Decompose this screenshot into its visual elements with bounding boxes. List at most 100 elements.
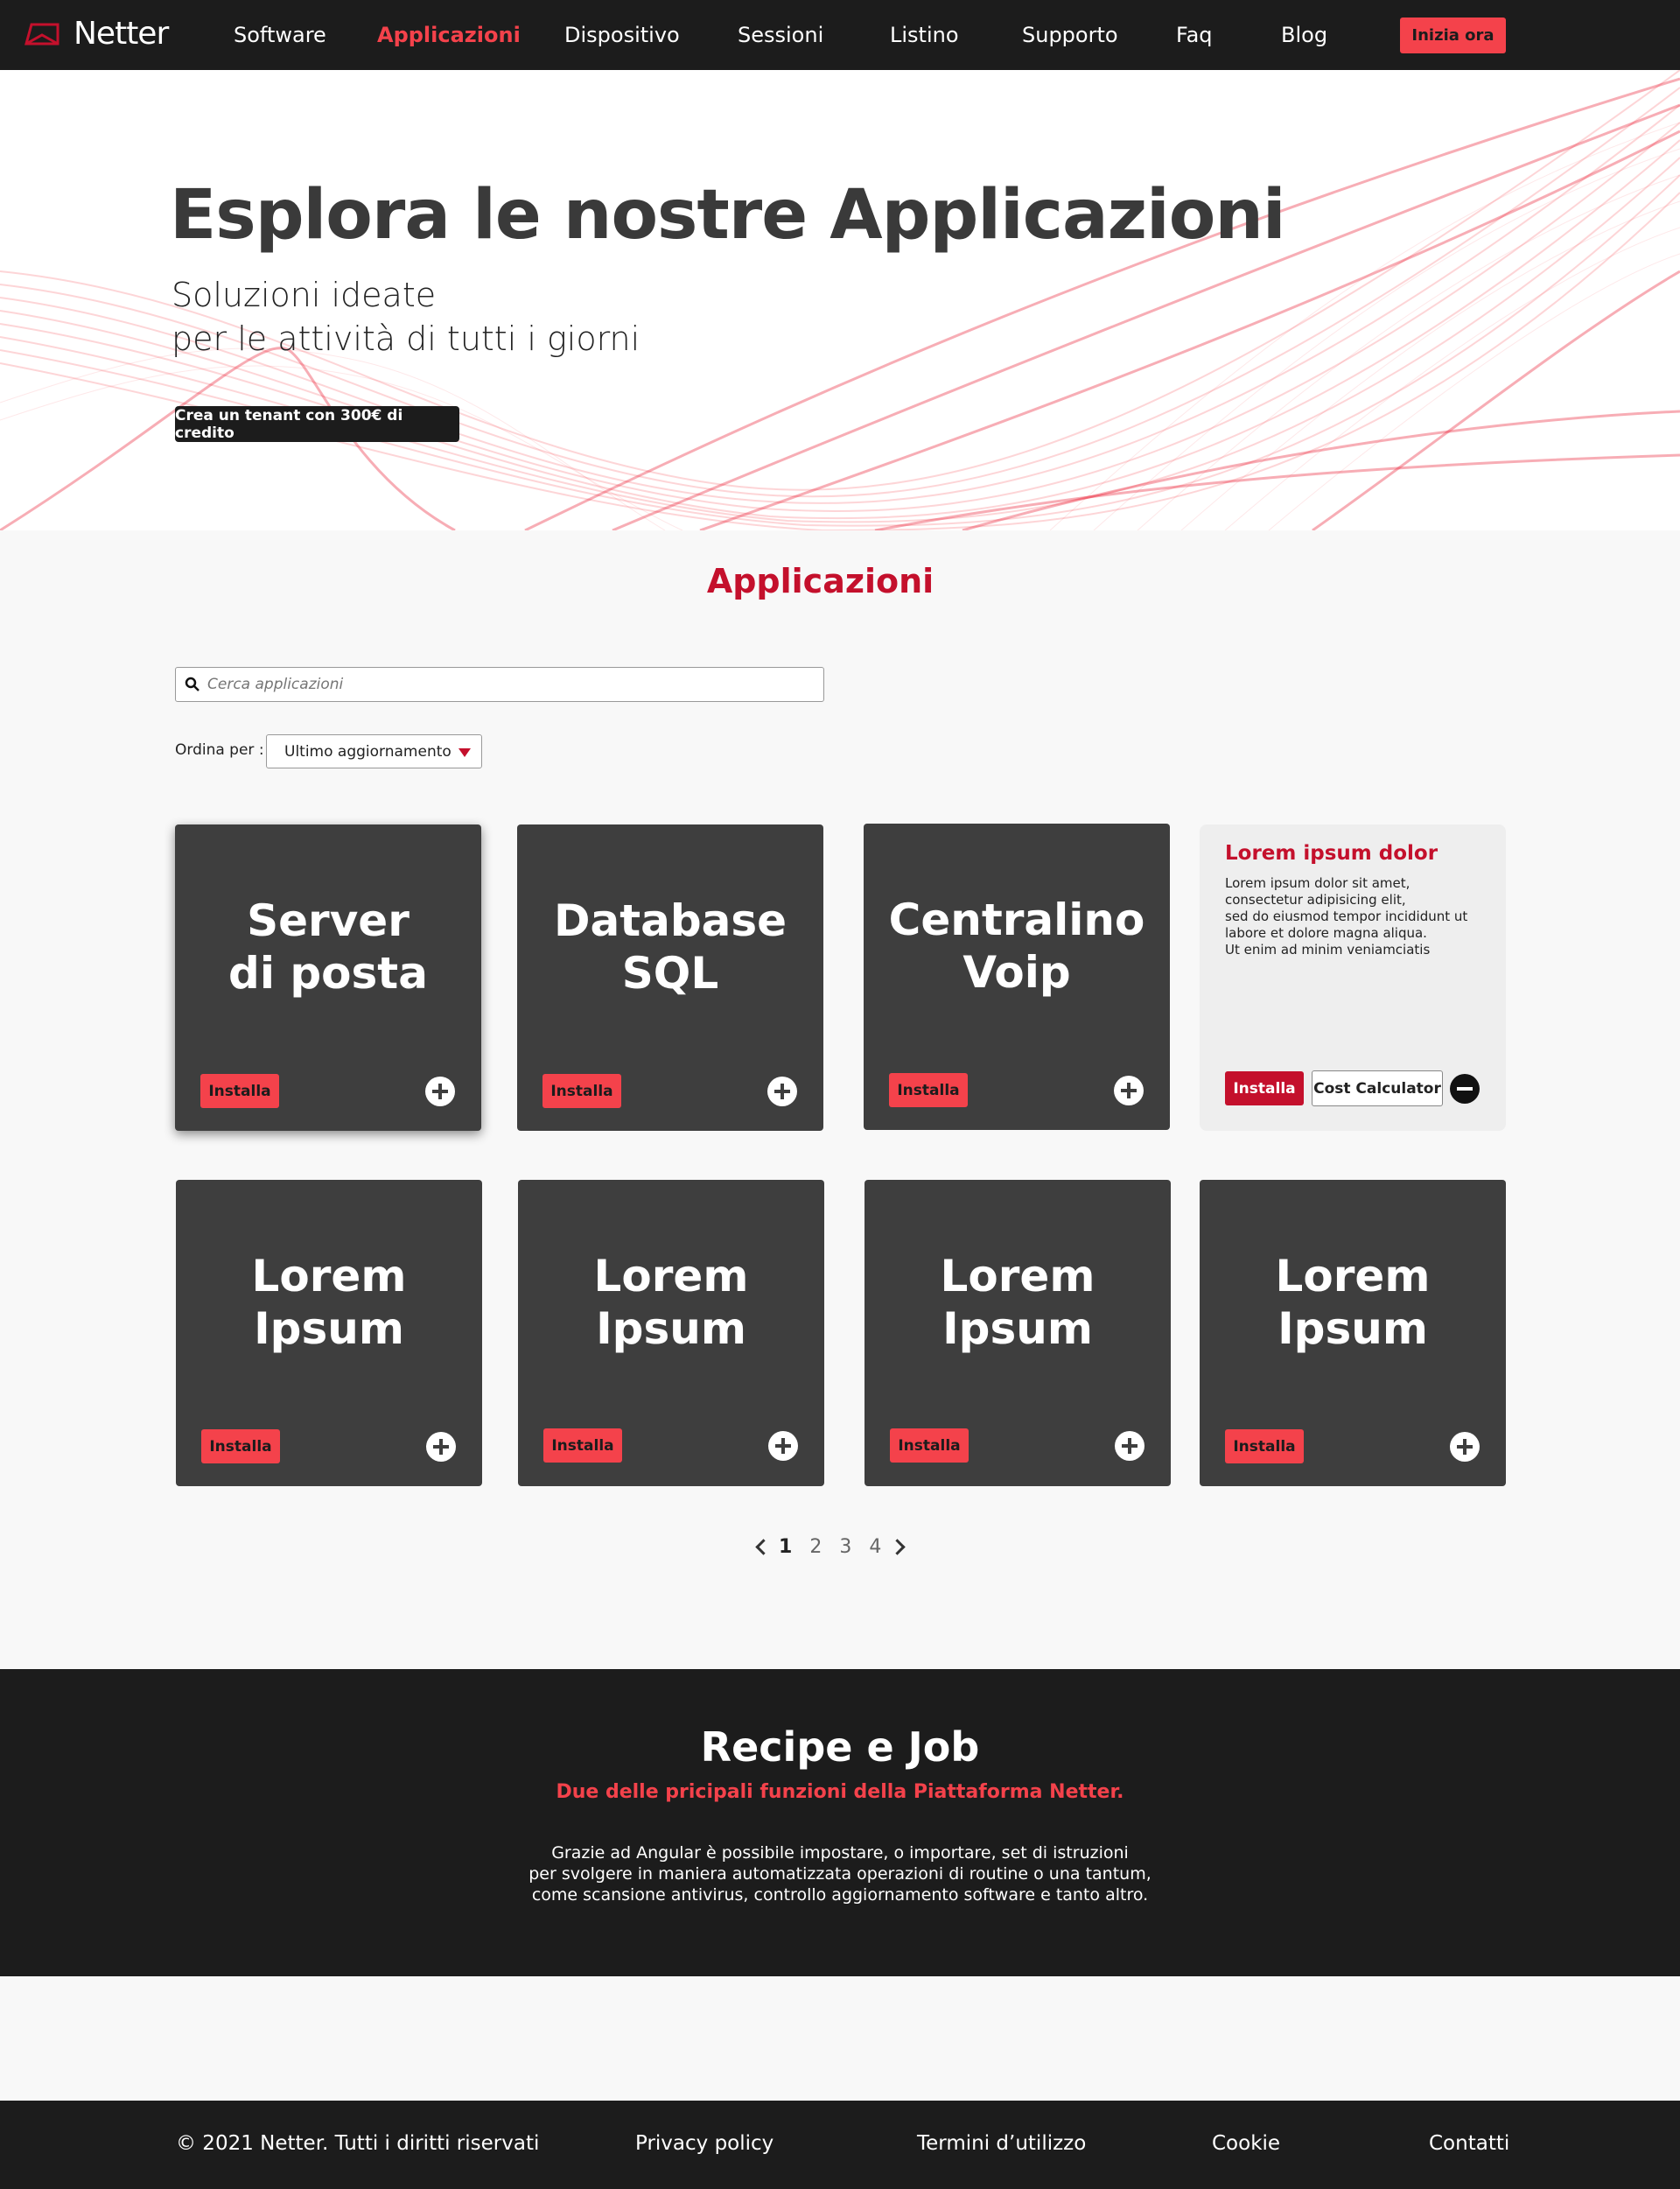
pagination: 1 2 3 4 bbox=[752, 1532, 907, 1561]
install-button[interactable]: Installa bbox=[889, 1073, 968, 1107]
app-card-title-line1: Centralino bbox=[888, 895, 1145, 945]
app-card-title: Centralino Voip bbox=[864, 894, 1170, 999]
install-button[interactable]: Installa bbox=[201, 1429, 280, 1463]
install-button[interactable]: Installa bbox=[543, 1428, 622, 1463]
create-tenant-button[interactable]: Crea un tenant con 300€ di credito bbox=[175, 406, 459, 442]
recipe-line: per svolgere in maniera automatizzata op… bbox=[528, 1864, 1152, 1884]
search-input[interactable] bbox=[207, 676, 802, 693]
hero-subtitle-line2: per le attività di tutti i giorni bbox=[172, 319, 640, 358]
app-card-title-line1: Server bbox=[247, 895, 410, 946]
nav-item-faq[interactable]: Faq bbox=[1176, 23, 1213, 47]
recipe-line: come scansione antivirus, controllo aggi… bbox=[531, 1885, 1149, 1905]
footer: © 2021 Netter. Tutti i diritti riservati… bbox=[0, 2101, 1680, 2189]
brand-logo[interactable]: Netter bbox=[24, 15, 169, 52]
sort-select[interactable]: Ultimo aggiornamento bbox=[266, 734, 482, 768]
minus-circle-icon[interactable] bbox=[1450, 1074, 1480, 1104]
app-card-title: Lorem Ipsum bbox=[1200, 1250, 1506, 1355]
chevron-down-icon bbox=[458, 748, 471, 757]
footer-privacy-link[interactable]: Privacy policy bbox=[635, 2132, 774, 2155]
nav-item-dispositivo[interactable]: Dispositivo bbox=[564, 23, 680, 47]
nav-item-blog[interactable]: Blog bbox=[1281, 23, 1327, 47]
plus-circle-icon[interactable] bbox=[1115, 1431, 1144, 1461]
sort-selected-value: Ultimo aggiornamento bbox=[284, 742, 452, 761]
app-card[interactable]: Lorem Ipsum Installa bbox=[864, 1180, 1171, 1486]
recipe-subtitle: Due delle pricipali funzioni della Piatt… bbox=[556, 1781, 1124, 1803]
footer-contacts-link[interactable]: Contatti bbox=[1429, 2132, 1509, 2155]
footer-copyright: © 2021 Netter. Tutti i diritti riservati bbox=[176, 2132, 540, 2155]
nav-item-listino[interactable]: Listino bbox=[890, 23, 959, 47]
hero-subtitle: Soluzioni ideate per le attività di tutt… bbox=[172, 273, 640, 361]
footer-cookie-link[interactable]: Cookie bbox=[1212, 2132, 1280, 2155]
recipe-line: Grazie ad Angular è possibile impostare,… bbox=[551, 1843, 1129, 1863]
hero-title: Esplora le nostre Applicazioni bbox=[170, 176, 1286, 255]
sort-label: Ordina per : bbox=[175, 741, 264, 759]
app-card[interactable]: Centralino Voip Installa bbox=[864, 824, 1170, 1130]
app-card-title-line2: Ipsum bbox=[942, 1303, 1093, 1354]
nav-item-software[interactable]: Software bbox=[234, 23, 326, 47]
hero-subtitle-line1: Soluzioni ideate bbox=[172, 276, 437, 314]
footer-terms-link[interactable]: Termini d’utilizzo bbox=[917, 2132, 1086, 2155]
app-card[interactable]: Database SQL Installa bbox=[517, 824, 823, 1131]
app-card-title-line2: Ipsum bbox=[254, 1303, 404, 1354]
info-card-line: Lorem ipsum dolor sit amet, bbox=[1225, 875, 1410, 891]
app-card-title-line1: Lorem bbox=[940, 1251, 1096, 1301]
plus-circle-icon[interactable] bbox=[426, 1432, 456, 1462]
chevron-right-icon[interactable] bbox=[890, 1538, 907, 1555]
page-number[interactable]: 4 bbox=[869, 1536, 881, 1558]
nav-item-applicazioni[interactable]: Applicazioni bbox=[377, 23, 521, 47]
app-card-title-line2: di posta bbox=[228, 948, 428, 999]
info-card-line: consectetur adipisicing elit, bbox=[1225, 892, 1406, 908]
nav-item-sessioni[interactable]: Sessioni bbox=[738, 23, 823, 47]
page-number[interactable]: 1 bbox=[779, 1536, 792, 1558]
top-navbar: Netter Software Applicazioni Dispositivo… bbox=[0, 0, 1680, 70]
brand-name: Netter bbox=[74, 15, 169, 52]
app-card[interactable]: Server di posta Installa bbox=[175, 824, 481, 1131]
start-now-button[interactable]: Inizia ora bbox=[1400, 18, 1506, 53]
info-card-description: Lorem ipsum dolor sit amet, consectetur … bbox=[1225, 875, 1467, 958]
search-icon bbox=[185, 677, 200, 691]
app-card-title: Lorem Ipsum bbox=[176, 1250, 482, 1355]
chevron-left-icon[interactable] bbox=[752, 1538, 770, 1555]
search-box[interactable] bbox=[175, 667, 824, 702]
app-card-title-line2: Ipsum bbox=[596, 1303, 746, 1354]
app-card-title-line2: Ipsum bbox=[1278, 1303, 1428, 1354]
info-card-title: Lorem ipsum dolor bbox=[1225, 842, 1438, 865]
netter-logo-icon bbox=[24, 23, 60, 46]
app-card-title-line1: Lorem bbox=[251, 1251, 407, 1301]
app-card[interactable]: Lorem Ipsum Installa bbox=[518, 1180, 824, 1486]
recipe-title: Recipe e Job bbox=[700, 1723, 980, 1771]
info-card-line: sed do eiusmod tempor incididunt ut bbox=[1225, 909, 1468, 924]
nav-item-supporto[interactable]: Supporto bbox=[1022, 23, 1118, 47]
install-button[interactable]: Installa bbox=[1225, 1429, 1304, 1463]
page-number[interactable]: 3 bbox=[839, 1536, 851, 1558]
app-card-title-line2: SQL bbox=[621, 948, 719, 999]
recipe-description: Grazie ad Angular è possibile impostare,… bbox=[0, 1842, 1680, 1905]
install-button[interactable]: Installa bbox=[542, 1074, 621, 1108]
plus-circle-icon[interactable] bbox=[767, 1077, 797, 1106]
plus-circle-icon[interactable] bbox=[1450, 1432, 1480, 1462]
plus-circle-icon[interactable] bbox=[425, 1077, 455, 1106]
app-card-title-line1: Lorem bbox=[593, 1251, 749, 1301]
app-card-title-line1: Database bbox=[553, 895, 788, 946]
section-title: Applicazioni bbox=[706, 562, 934, 600]
app-card-title: Lorem Ipsum bbox=[864, 1250, 1171, 1355]
plus-circle-icon[interactable] bbox=[768, 1431, 798, 1461]
install-button[interactable]: Installa bbox=[200, 1074, 279, 1108]
app-card-title: Lorem Ipsum bbox=[518, 1250, 824, 1355]
app-card[interactable]: Lorem Ipsum Installa bbox=[1200, 1180, 1506, 1486]
app-card[interactable]: Lorem Ipsum Installa bbox=[176, 1180, 482, 1486]
hero-banner: Esplora le nostre Applicazioni Soluzioni… bbox=[0, 70, 1680, 530]
cost-calculator-button[interactable]: Cost Calculator bbox=[1312, 1070, 1443, 1106]
plus-circle-icon[interactable] bbox=[1114, 1076, 1144, 1105]
app-card-title: Database SQL bbox=[517, 895, 823, 1000]
app-info-card: Lorem ipsum dolor Lorem ipsum dolor sit … bbox=[1200, 824, 1506, 1131]
info-card-line: labore et dolore magna aliqua. bbox=[1225, 925, 1427, 941]
app-card-title-line2: Voip bbox=[962, 947, 1071, 998]
page-number[interactable]: 2 bbox=[809, 1536, 822, 1558]
install-button[interactable]: Installa bbox=[890, 1428, 969, 1463]
app-card-title: Server di posta bbox=[175, 895, 481, 1000]
info-card-line: Ut enim ad minim veniamciatis bbox=[1225, 942, 1431, 958]
app-card-title-line1: Lorem bbox=[1275, 1251, 1431, 1301]
recipe-section: Recipe e Job Due delle pricipali funzion… bbox=[0, 1669, 1680, 1976]
install-button[interactable]: Installa bbox=[1225, 1071, 1304, 1105]
